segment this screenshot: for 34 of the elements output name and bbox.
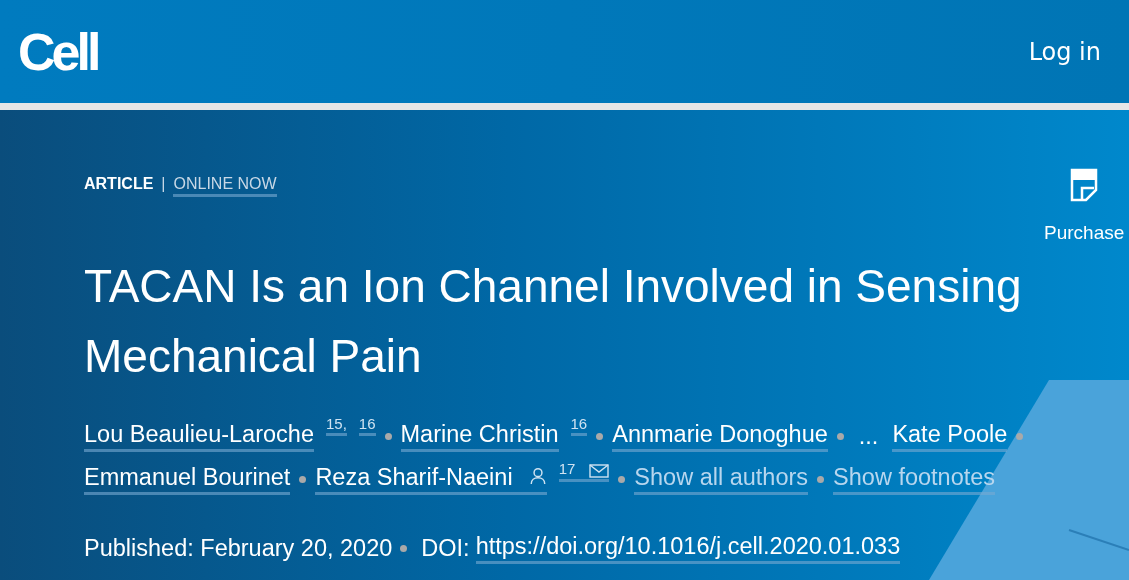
article-type: ARTICLE	[84, 175, 154, 193]
bullet-dot	[817, 476, 825, 483]
affiliation-link[interactable]: 16	[570, 415, 588, 436]
affiliation-link[interactable]: 17	[558, 458, 610, 482]
author-link[interactable]: Annmarie Donoghue	[612, 421, 828, 452]
bullet-dot	[596, 433, 604, 440]
pdf-icon	[1070, 168, 1099, 202]
bullet-dot	[618, 476, 626, 483]
person-icon	[528, 467, 547, 485]
author-link[interactable]: Emmanuel Bourinet	[84, 464, 291, 495]
toggle-link[interactable]: Show footnotes	[833, 464, 996, 495]
author-link[interactable]: Kate Poole	[892, 421, 1008, 452]
author-link[interactable]: Lou Beaulieu-Laroche	[84, 421, 314, 452]
status-link[interactable]: ONLINE NOW	[173, 175, 277, 197]
more-authors: ...	[858, 423, 879, 450]
bullet-dot	[836, 433, 844, 440]
login-link[interactable]: Log in	[1028, 37, 1101, 66]
article-title: TACAN Is an Ion Channel Involved in Sensing Mechanical Pain	[84, 259, 1023, 384]
email-icon	[589, 464, 610, 478]
author-link[interactable]: Reza Sharif-Naeini	[315, 464, 547, 495]
doi-link[interactable]: https://doi.org/10.1016/j.cell.2020.01.033	[475, 533, 901, 564]
published-date: Published: February 20, 2020	[84, 535, 393, 562]
purchase-link[interactable]: Purchase	[1044, 110, 1129, 244]
affiliation-link[interactable]: 16	[358, 415, 376, 436]
bullet-dot	[400, 545, 408, 552]
author-link[interactable]: Marine Christin	[400, 421, 559, 452]
doi-label: DOI:	[421, 535, 470, 562]
logo[interactable]: Cell	[18, 25, 98, 78]
bullet-dot	[1016, 433, 1024, 440]
bullet-dot	[299, 476, 307, 483]
separator: |	[161, 175, 166, 193]
toggle-link[interactable]: Show all authors	[634, 464, 809, 495]
affiliation-link[interactable]: 15,	[325, 415, 347, 436]
bullet-dot	[384, 433, 392, 440]
